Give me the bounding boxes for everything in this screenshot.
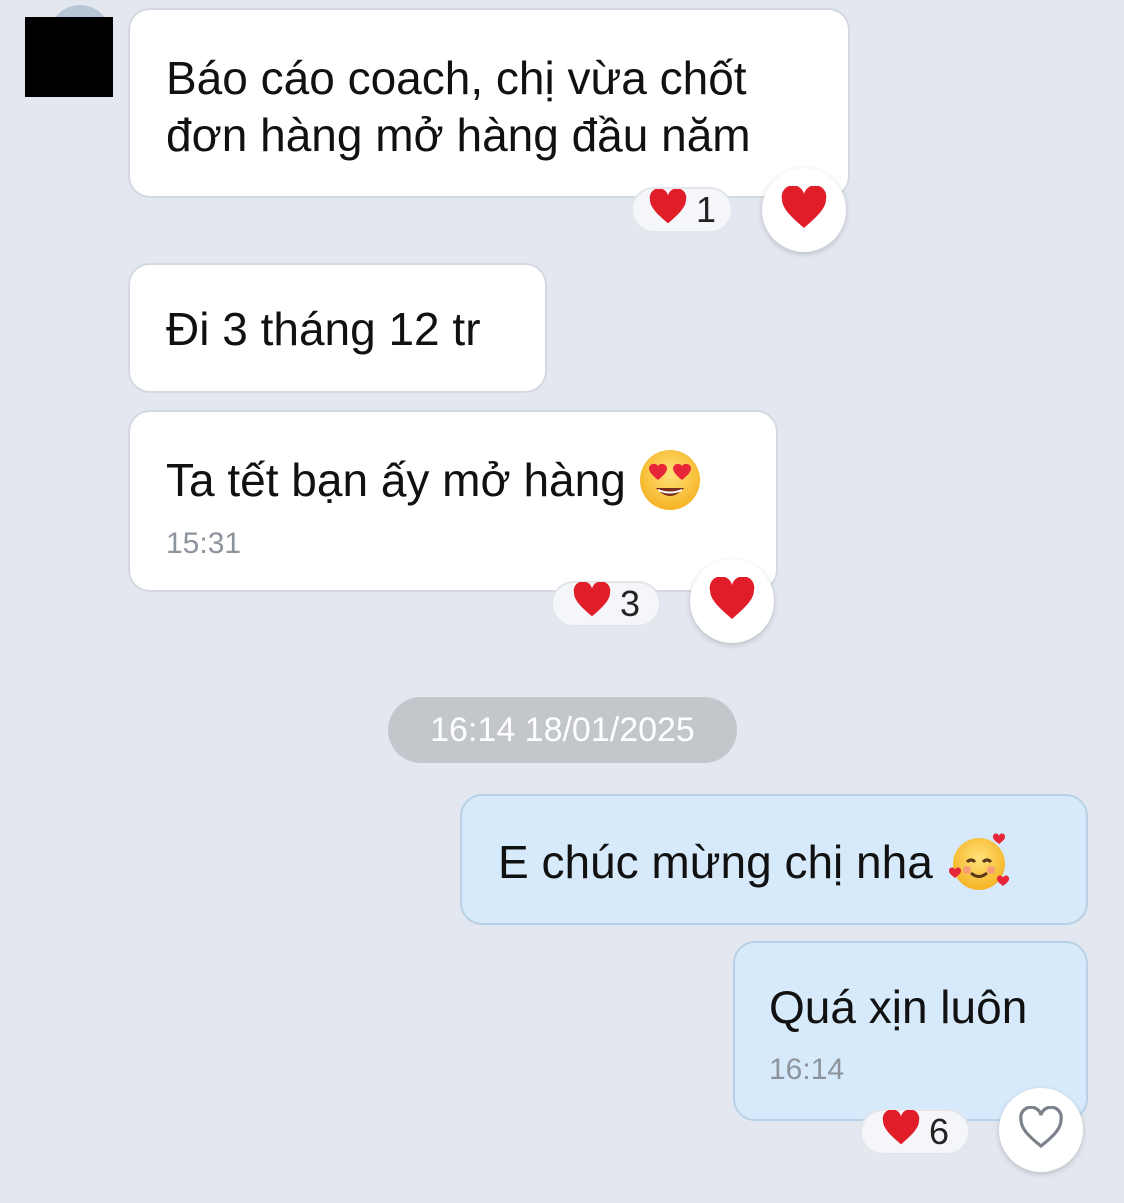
reaction-count: 6 bbox=[928, 1111, 950, 1152]
message-timestamp: 16:14 bbox=[769, 1053, 845, 1086]
heart-icon bbox=[648, 188, 688, 231]
react-heart-button-6[interactable] bbox=[999, 1088, 1083, 1172]
message-text: Quá xịn luôn bbox=[769, 981, 1028, 1033]
reaction-summary-3[interactable]: 3 bbox=[551, 580, 661, 627]
reaction-summary-6[interactable]: 6 bbox=[860, 1108, 970, 1155]
message-bubble-3[interactable]: Ta tết bạn ấy mở hàng 15:31 bbox=[128, 410, 778, 592]
reaction-summary-1[interactable]: 1 bbox=[631, 187, 733, 233]
message-text-line-1: Báo cáo coach, chị vừa chốt bbox=[166, 52, 747, 104]
heart-icon bbox=[881, 1108, 921, 1155]
sender-avatar[interactable] bbox=[25, 5, 115, 97]
heart-icon bbox=[708, 575, 756, 626]
heart-outline-icon bbox=[1017, 1105, 1065, 1155]
smiling-face-with-hearts-emoji-icon bbox=[947, 830, 1011, 894]
message-bubble-2[interactable]: Đi 3 tháng 12 tr bbox=[128, 263, 547, 393]
avatar-redaction bbox=[25, 17, 113, 97]
react-heart-button-3[interactable] bbox=[690, 559, 774, 643]
heart-icon bbox=[780, 184, 828, 235]
date-separator: 16:14 18/01/2025 bbox=[388, 697, 737, 763]
react-heart-button-1[interactable] bbox=[762, 168, 846, 252]
reaction-count: 3 bbox=[619, 583, 641, 624]
message-text-line-2: đơn hàng mở hàng đầu năm bbox=[166, 109, 751, 161]
message-timestamp: 15:31 bbox=[166, 527, 242, 560]
reaction-count: 1 bbox=[695, 189, 717, 230]
message-text: Đi 3 tháng 12 tr bbox=[166, 303, 481, 355]
heart-eyes-emoji-icon bbox=[638, 448, 702, 512]
message-bubble-1[interactable]: Báo cáo coach, chị vừa chốt đơn hàng mở … bbox=[128, 8, 850, 198]
message-text: E chúc mừng chị nha bbox=[498, 835, 933, 888]
heart-icon bbox=[572, 580, 612, 627]
message-bubble-5[interactable]: E chúc mừng chị nha bbox=[460, 794, 1088, 925]
message-text: Ta tết bạn ấy mở hàng bbox=[166, 453, 626, 506]
